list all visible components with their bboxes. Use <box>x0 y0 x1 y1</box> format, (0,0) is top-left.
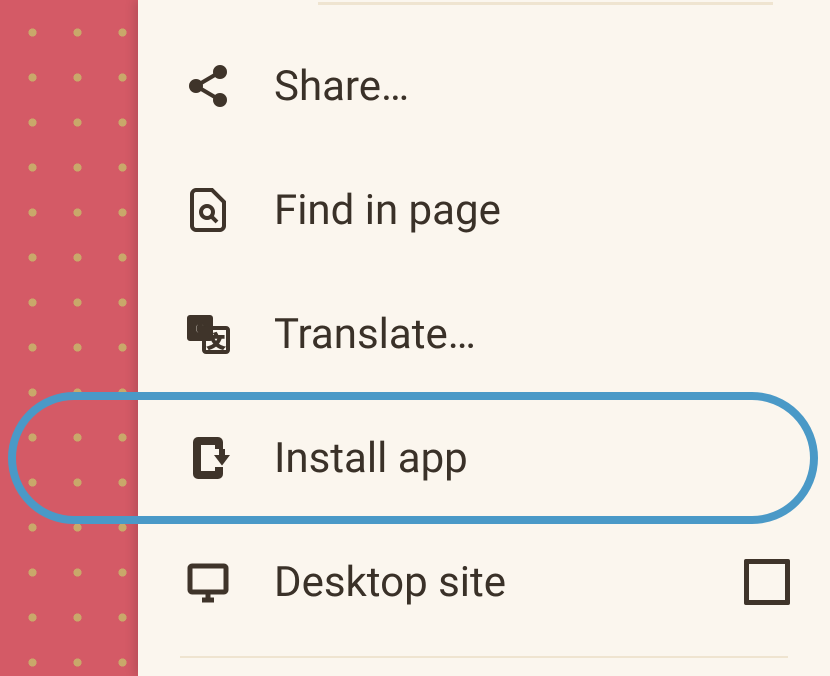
translate-icon: G 文 <box>180 310 236 358</box>
menu-divider-bottom <box>180 656 788 658</box>
menu-list: Share… Find in page G 文 Tra <box>138 20 830 644</box>
menu-item-translate[interactable]: G 文 Translate… <box>138 272 830 396</box>
menu-item-install-app[interactable]: Install app <box>138 396 830 520</box>
menu-item-desktop-site[interactable]: Desktop site <box>138 520 830 644</box>
svg-text:文: 文 <box>208 332 225 351</box>
menu-item-label: Install app <box>274 434 790 483</box>
desktop-icon <box>180 558 236 606</box>
menu-item-label: Share… <box>274 62 790 111</box>
menu-item-share[interactable]: Share… <box>138 24 830 148</box>
share-icon <box>180 62 236 110</box>
menu-divider-top <box>318 2 773 5</box>
menu-item-label: Find in page <box>274 186 790 235</box>
menu-item-label: Translate… <box>274 310 790 359</box>
find-in-page-icon <box>180 186 236 234</box>
desktop-site-checkbox[interactable] <box>744 559 790 605</box>
menu-item-find-in-page[interactable]: Find in page <box>138 148 830 272</box>
install-app-icon <box>180 434 236 482</box>
overflow-menu-panel: Share… Find in page G 文 Tra <box>138 0 830 676</box>
menu-item-label: Desktop site <box>274 558 744 607</box>
